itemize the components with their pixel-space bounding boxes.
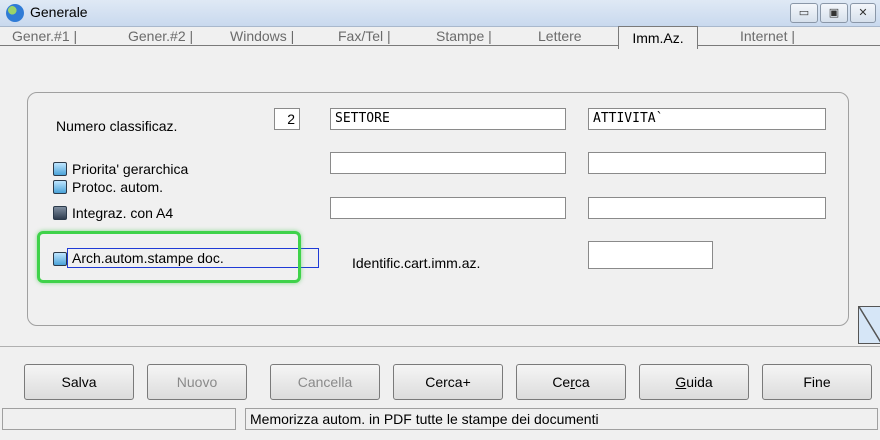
guida-button[interactable]: Guida [639, 364, 749, 400]
tab-strip: Gener.#1 | Gener.#2 | Windows | Fax/Tel … [0, 26, 880, 46]
settore-field[interactable]: SETTORE [330, 108, 566, 130]
tab-internet[interactable]: Internet | [740, 28, 795, 44]
minimize-button[interactable]: ▭ [790, 3, 818, 23]
close-button[interactable]: ✕ [850, 3, 876, 23]
integraz-checkbox[interactable] [53, 206, 67, 220]
settore-field-2[interactable] [330, 152, 566, 174]
identific-field[interactable] [588, 241, 713, 269]
identific-label: Identific.cart.imm.az. [352, 255, 481, 271]
tab-gener2[interactable]: Gener.#2 | [128, 28, 193, 44]
priorita-label: Priorita' gerarchica [72, 161, 189, 177]
title-bar: Generale ▭ ▣ ✕ [0, 0, 880, 27]
protoc-checkbox[interactable] [53, 180, 67, 194]
status-message: Memorizza autom. in PDF tutte le stampe … [245, 408, 878, 430]
status-panel-left [2, 408, 236, 430]
numero-classificaz-field[interactable]: 2 [274, 108, 300, 130]
tab-divider [0, 45, 880, 46]
maximize-button[interactable]: ▣ [820, 3, 848, 23]
guida-label-a: G [675, 374, 687, 390]
tab-stampe[interactable]: Stampe | [436, 28, 492, 44]
tab-fax-tel[interactable]: Fax/Tel | [338, 28, 391, 44]
cerca-plus-button[interactable]: Cerca+ [393, 364, 503, 400]
guida-label-b: uida [686, 374, 713, 390]
tab-gener1[interactable]: Gener.#1 | [12, 28, 77, 44]
nuovo-button[interactable]: Nuovo [147, 364, 247, 400]
arch-highlight-box [37, 231, 301, 283]
settore-field-3[interactable] [330, 197, 566, 219]
protoc-label: Protoc. autom. [72, 179, 164, 195]
numero-classificaz-label: Numero classificaz. [56, 118, 178, 134]
button-separator [0, 346, 880, 347]
priorita-checkbox[interactable] [53, 162, 67, 176]
cerca-label-a: Ce [552, 374, 571, 390]
fine-button[interactable]: Fine [762, 364, 872, 400]
globe-icon [6, 4, 24, 22]
salva-button[interactable]: Salva [24, 364, 134, 400]
tab-imm-az[interactable]: Imm.Az. [618, 26, 698, 49]
cerca-button[interactable]: Cerca [516, 364, 626, 400]
attivita-field-3[interactable] [588, 197, 826, 219]
tab-lettere[interactable]: Lettere [538, 28, 582, 44]
tab-windows[interactable]: Windows | [230, 28, 294, 44]
integraz-label: Integraz. con A4 [72, 205, 174, 221]
window-title: Generale [30, 4, 88, 20]
resize-corner-icon[interactable] [858, 306, 880, 344]
cerca-label-c: ca [574, 374, 590, 390]
attivita-field-2[interactable] [588, 152, 826, 174]
attivita-field[interactable]: ATTIVITA` [588, 108, 826, 130]
cancella-button[interactable]: Cancella [270, 364, 380, 400]
